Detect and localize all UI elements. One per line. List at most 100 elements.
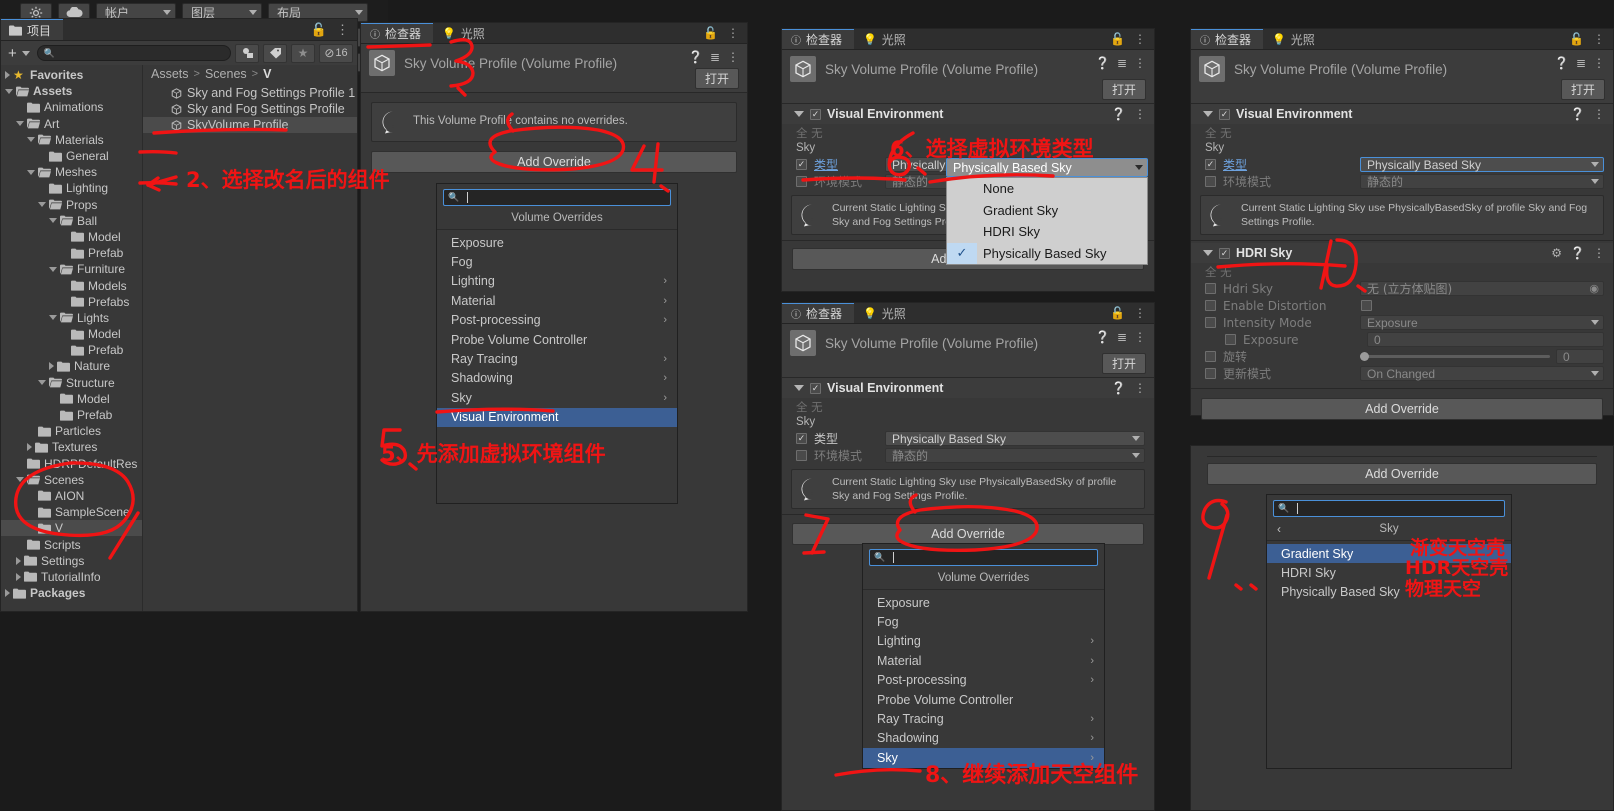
override-checkbox[interactable] xyxy=(1205,317,1216,329)
component-header-visual-environment[interactable]: Visual Environment ❔ ⋮ xyxy=(1191,104,1613,124)
tree-item-models[interactable]: Models xyxy=(1,277,142,293)
preset-icon[interactable]: ≣ xyxy=(1117,330,1127,344)
menu-item-post-processing[interactable]: Post-processing › xyxy=(863,671,1104,690)
popup-item-list[interactable]: Gradient Sky HDRI Sky Physically Based Sky xyxy=(1267,541,1511,608)
lock-icon[interactable]: 🔓 xyxy=(1110,32,1125,46)
add-override-button[interactable]: Add Override xyxy=(371,151,737,173)
tab-inspector[interactable]: ⓘ 检查器 xyxy=(361,23,434,43)
tree-item-hdrpdefaultres[interactable]: HDRPDefaultRes xyxy=(1,456,142,472)
chevron-down-icon[interactable] xyxy=(16,121,24,127)
tree-item-model[interactable]: Model xyxy=(1,391,142,407)
tree-item-prefabs[interactable]: Prefabs xyxy=(1,294,142,310)
chevron-down-icon[interactable] xyxy=(49,315,57,321)
lock-icon[interactable]: 🔓 xyxy=(1569,32,1584,46)
override-checkbox[interactable] xyxy=(1205,283,1216,295)
menu-item-sky[interactable]: Sky › xyxy=(437,388,677,407)
menu-item-material[interactable]: Material › xyxy=(863,651,1104,670)
menu-item-hdri-sky[interactable]: HDRI Sky xyxy=(1267,563,1511,582)
favorite-star-icon[interactable]: ★ xyxy=(291,43,315,63)
dropdown-option-hdri-sky[interactable]: HDRI Sky xyxy=(947,221,1147,243)
tab-inspector[interactable]: ⓘ 检查器 xyxy=(782,29,855,49)
tree-item-aion[interactable]: AION xyxy=(1,488,142,504)
tab-lighting[interactable]: 💡 光照 xyxy=(433,23,497,43)
tree-item-favorites[interactable]: ★ Favorites xyxy=(1,67,142,83)
chevron-down-icon[interactable] xyxy=(1203,250,1213,257)
override-checkbox[interactable] xyxy=(796,450,807,461)
tree-item-settings[interactable]: Settings xyxy=(1,553,142,569)
chevron-right-icon[interactable] xyxy=(16,556,21,565)
override-checkbox[interactable] xyxy=(1205,176,1216,187)
tree-item-textures[interactable]: Textures xyxy=(1,439,142,455)
hidden-items-indicator[interactable]: ⊘ 16 xyxy=(319,43,353,63)
type-filter-icon[interactable] xyxy=(235,43,259,63)
slider-handle[interactable] xyxy=(1360,351,1369,361)
object-picker-icon[interactable]: ◉ xyxy=(1589,282,1599,295)
menu-item-fog[interactable]: Fog xyxy=(437,252,677,271)
menu-item-exposure[interactable]: Exposure xyxy=(863,593,1104,612)
menu-item-physically-based-sky[interactable]: Physically Based Sky xyxy=(1267,583,1511,602)
chevron-down-icon[interactable] xyxy=(49,218,57,224)
menu-item-post-processing[interactable]: Post-processing › xyxy=(437,311,677,330)
lock-icon[interactable]: 🔓 xyxy=(703,26,718,40)
label-filter-icon[interactable] xyxy=(263,43,287,63)
open-button[interactable]: 打开 xyxy=(1101,353,1146,374)
menu-item-lighting[interactable]: Lighting › xyxy=(863,632,1104,651)
open-button[interactable]: 打开 xyxy=(1101,79,1146,100)
help-icon[interactable]: ❔ xyxy=(688,50,703,64)
breadcrumb[interactable]: Assets > Scenes > V xyxy=(143,65,357,83)
open-button[interactable]: 打开 xyxy=(694,68,739,89)
chevron-right-icon[interactable] xyxy=(16,572,21,581)
menu-item-shadowing[interactable]: Shadowing › xyxy=(437,369,677,388)
lock-icon[interactable]: 🔓 xyxy=(1110,306,1125,320)
tab-lighting[interactable]: 💡 光照 xyxy=(854,29,918,49)
tree-item-materials[interactable]: Materials xyxy=(1,132,142,148)
tree-item-prefab[interactable]: Prefab xyxy=(1,342,142,358)
kebab-menu-icon[interactable]: ⋮ xyxy=(1593,247,1605,259)
all-none-toggle[interactable]: 全 无 xyxy=(1191,124,1613,141)
override-checkbox[interactable] xyxy=(1205,300,1216,312)
chevron-right-icon[interactable] xyxy=(49,362,54,371)
tree-item-general[interactable]: General xyxy=(1,148,142,164)
all-none-toggle[interactable]: 全 无 xyxy=(1191,263,1613,280)
override-checkbox[interactable] xyxy=(1225,334,1236,346)
property-value-dropdown[interactable]: Physically Based Sky xyxy=(885,431,1145,446)
property-value-dropdown[interactable]: 静态的 xyxy=(1360,174,1604,189)
tab-inspector[interactable]: ⓘ 检查器 xyxy=(782,303,855,323)
chevron-right-icon[interactable] xyxy=(27,443,32,452)
slider-group[interactable]: 0 xyxy=(1360,349,1604,365)
create-asset-button[interactable]: + xyxy=(5,45,33,62)
popup-search-input[interactable]: 🔍 xyxy=(1273,500,1505,517)
kebab-menu-icon[interactable]: ⋮ xyxy=(1593,108,1605,120)
chevron-left-icon[interactable]: ‹ xyxy=(1277,522,1281,536)
kebab-menu-icon[interactable]: ⋮ xyxy=(336,23,349,36)
kebab-menu-icon[interactable]: ⋮ xyxy=(1134,33,1146,45)
open-button[interactable]: 打开 xyxy=(1560,79,1605,100)
property-label[interactable]: 类型 xyxy=(1223,156,1353,173)
kebab-menu-icon[interactable]: ⋮ xyxy=(727,51,739,63)
menu-item-ray-tracing[interactable]: Ray Tracing › xyxy=(863,709,1104,728)
tree-item-prefab[interactable]: Prefab xyxy=(1,245,142,261)
component-header-hdri-sky[interactable]: HDRI Sky ⚙ ❔ ⋮ xyxy=(1191,243,1613,264)
kebab-menu-icon[interactable]: ⋮ xyxy=(1593,33,1605,45)
popup-search-input[interactable]: 🔍 xyxy=(443,189,671,206)
help-icon[interactable]: ❔ xyxy=(1111,107,1126,121)
override-checkbox[interactable] xyxy=(1205,159,1216,170)
preset-icon[interactable]: ≣ xyxy=(710,50,720,64)
tree-item-props[interactable]: Props xyxy=(1,197,142,213)
popup-search-input[interactable]: 🔍 xyxy=(869,549,1098,566)
project-tree[interactable]: ★ Favorites Assets Animations Art Materials Ge… xyxy=(1,65,142,611)
tree-item-v[interactable]: V xyxy=(1,520,142,537)
component-header-visual-environment[interactable]: Visual Environment ❔ ⋮ xyxy=(782,378,1154,398)
chevron-down-icon[interactable] xyxy=(27,169,35,175)
kebab-menu-icon[interactable]: ⋮ xyxy=(1134,57,1146,69)
dropdown-option-gradient-sky[interactable]: Gradient Sky xyxy=(947,200,1147,222)
chevron-right-icon[interactable] xyxy=(5,589,10,598)
asset-item[interactable]: Sky and Fog Settings Profile 1 xyxy=(143,85,357,101)
kebab-menu-icon[interactable]: ⋮ xyxy=(1134,382,1146,394)
property-label[interactable]: 类型 xyxy=(814,156,878,173)
help-icon[interactable]: ❔ xyxy=(1570,107,1585,121)
tree-item-model[interactable]: Model xyxy=(1,229,142,245)
asset-list[interactable]: Sky and Fog Settings Profile 1 Sky and Fo… xyxy=(143,85,357,133)
breadcrumb-item-assets[interactable]: Assets xyxy=(151,67,189,81)
dropdown-selected-field[interactable]: Physically Based Sky xyxy=(946,158,1148,177)
